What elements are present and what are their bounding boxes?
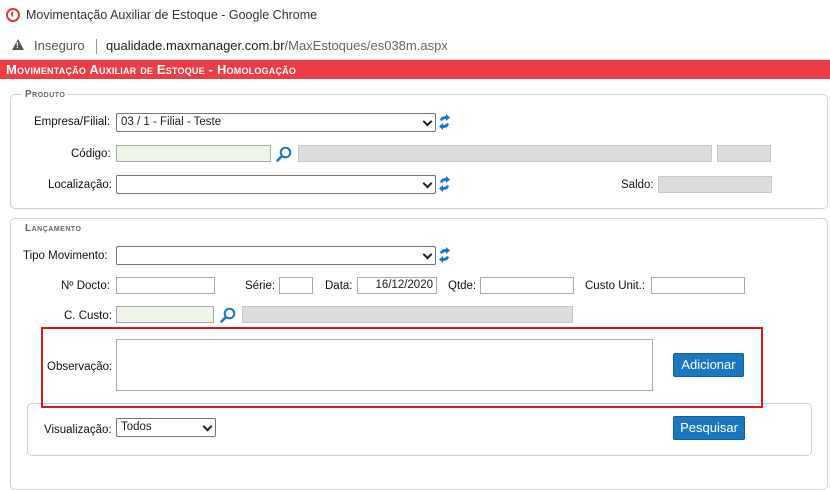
custo-unit-input[interactable] [651,277,745,294]
app-logo-icon [6,8,20,22]
browser-titlebar: Movimentação Auxiliar de Estoque - Googl… [0,0,830,32]
chevron-down-icon [422,178,433,189]
ccusto-input[interactable] [116,306,214,323]
empresa-select-value: 03 / 1 - Filial - Teste [121,116,222,128]
url-host: qualidade.maxmanager.com.br [106,38,285,53]
visualizacao-select-value: Todos [121,421,152,433]
pesquisar-button[interactable]: Pesquisar [673,416,745,440]
saldo-field [658,176,772,193]
serie-label: Série: [245,280,276,292]
qtde-label: Qtde: [448,280,477,292]
ndocto-label: Nº Docto: [61,280,110,292]
codigo-label: Código: [71,148,111,160]
page-title: Movimentação Auxiliar de Estoque - Homol… [6,62,297,77]
ccusto-label: C. Custo: [64,310,112,322]
search-icon[interactable] [220,307,236,323]
visualizacao-label: Visualização: [44,424,112,436]
codigo-extra-field [717,145,771,162]
empresa-select[interactable]: 03 / 1 - Filial - Teste [116,113,436,132]
refresh-icon[interactable] [438,114,451,130]
adicionar-button[interactable]: Adicionar [673,353,744,377]
saldo-label: Saldo: [621,179,654,191]
address-divider [96,39,97,54]
localizacao-select[interactable] [116,175,436,194]
tipo-movimento-select[interactable] [116,246,436,265]
lancamento-legend: Lançamento [22,223,85,234]
chevron-down-icon [422,249,433,260]
ndocto-input[interactable] [116,277,215,294]
refresh-icon[interactable] [438,176,451,192]
window-title: Movimentação Auxiliar de Estoque - Googl… [26,8,318,22]
page-header: Movimentação Auxiliar de Estoque - Homol… [0,60,830,79]
data-input[interactable]: 16/12/2020 [357,277,437,294]
chevron-down-icon [202,421,213,432]
search-icon[interactable] [276,146,292,162]
observacao-label: Observação: [47,361,113,373]
chevron-down-icon [422,116,433,127]
localizacao-label: Localização: [48,179,112,191]
produto-legend: Produto [22,89,69,100]
url-path: /MaxEstoques/es038m.aspx [284,38,448,53]
refresh-icon[interactable] [438,247,451,263]
visualizacao-select[interactable]: Todos [116,418,216,437]
custo-unit-label: Custo Unit.: [585,280,646,292]
observacao-textarea[interactable] [116,339,653,391]
codigo-description-field [298,145,712,162]
codigo-input[interactable] [116,145,271,162]
ccusto-description-field [242,306,573,323]
data-input-value: 16/12/2020 [375,279,433,291]
url-text[interactable]: qualidade.maxmanager.com.br/MaxEstoques/… [106,38,448,53]
serie-input[interactable] [279,277,313,294]
qtde-input[interactable] [480,277,574,294]
address-bar[interactable]: Inseguro qualidade.maxmanager.com.br/Max… [0,32,830,60]
warning-icon[interactable] [12,39,24,50]
tipo-movimento-label: Tipo Movimento: [23,250,108,262]
empresa-label: Empresa/Filial: [34,116,111,128]
data-label: Data: [325,280,353,292]
security-label[interactable]: Inseguro [34,38,85,53]
